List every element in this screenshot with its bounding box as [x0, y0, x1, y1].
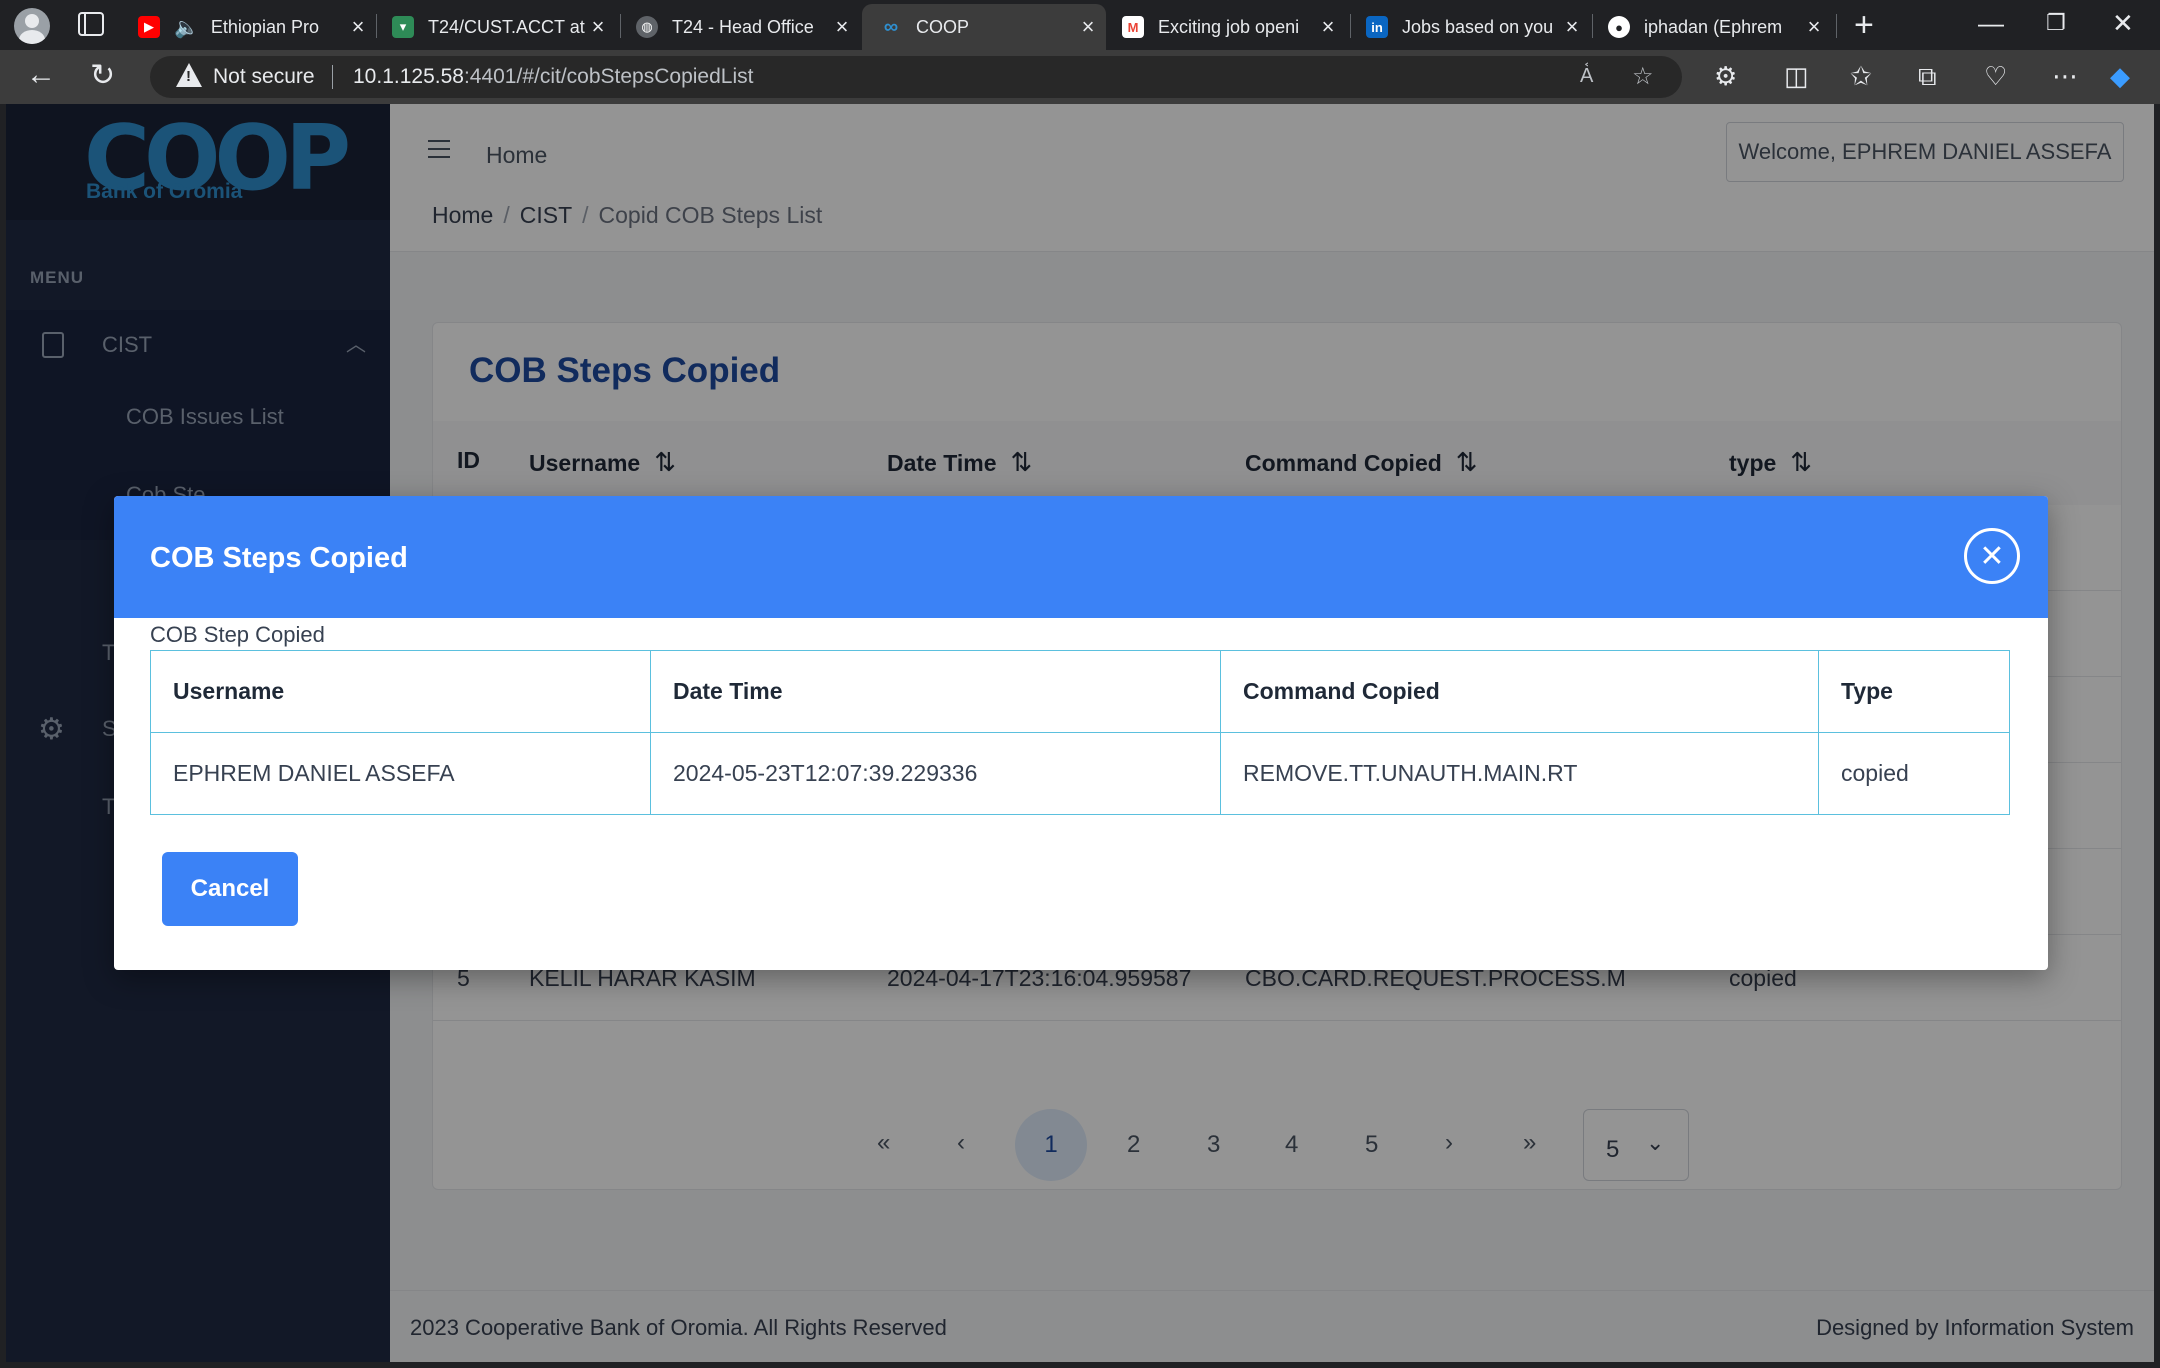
cancel-button[interactable]: Cancel	[162, 852, 298, 926]
close-tab-icon[interactable]: ×	[1802, 14, 1826, 40]
browser-tab[interactable]: ▾ T24/CUST.ACCT at ×	[392, 4, 610, 50]
address-bar[interactable]: Not secure 10.1.125.58:4401/#/cit/cobSte…	[150, 56, 1682, 98]
modal-subtitle: COB Step Copied	[150, 622, 325, 647]
browser-tab[interactable]: ● iphadan (Ephrem ×	[1608, 4, 1826, 50]
close-tab-icon[interactable]: ×	[1076, 14, 1100, 40]
restore-icon[interactable]: ❐	[2046, 10, 2066, 36]
window-close-icon[interactable]: ✕	[2112, 8, 2134, 39]
read-aloud-icon[interactable]: A᷾	[1580, 65, 1593, 88]
warning-icon	[176, 63, 202, 87]
favorite-star-icon[interactable]: ☆	[1632, 62, 1654, 91]
close-tab-icon[interactable]: ×	[1316, 14, 1340, 40]
column-datetime: Date Time	[650, 650, 1221, 733]
youtube-icon: ▶	[138, 16, 160, 38]
tab-separator	[1836, 14, 1837, 38]
modal-details-table: Username Date Time Command Copied Type E…	[150, 650, 2010, 815]
gmail-icon: M	[1122, 16, 1144, 38]
linkedin-icon: in	[1366, 16, 1388, 38]
tab-title: Exciting job openi	[1158, 16, 1300, 37]
web-page: COOP Bank of Oromia MENU CIST ︿ COB Issu…	[6, 104, 2154, 1362]
t24-icon: ▾	[392, 16, 414, 38]
column-type: Type	[1818, 650, 2010, 733]
reload-icon[interactable]: ↻	[90, 58, 115, 93]
tab-title: iphadan (Ephrem	[1644, 16, 1783, 37]
more-menu-icon[interactable]: ⋯	[2052, 61, 2078, 92]
tab-title: T24 - Head Office	[672, 16, 814, 37]
tab-title: Ethiopian Pro	[210, 16, 319, 37]
browser-tab-active[interactable]: ∞ COOP ×	[862, 4, 1106, 50]
close-tab-icon[interactable]: ×	[346, 14, 370, 40]
collections-icon[interactable]: ⧉	[1918, 61, 1937, 93]
cell-username: EPHREM DANIEL ASSEFA	[150, 732, 651, 815]
cell-command: REMOVE.TT.UNAUTH.MAIN.RT	[1220, 732, 1819, 815]
url-host: 10.1.125.58	[353, 65, 464, 88]
tab-separator	[620, 14, 621, 38]
browser-tab[interactable]: ▶ 🔈 Ethiopian Pro ×	[138, 4, 370, 50]
browser-tab[interactable]: in Jobs based on you ×	[1366, 4, 1584, 50]
tab-separator	[1592, 14, 1593, 38]
tab-title: COOP	[916, 16, 970, 37]
profile-avatar-icon[interactable]	[14, 8, 50, 44]
column-command: Command Copied	[1220, 650, 1819, 733]
close-tab-icon[interactable]: ×	[1560, 14, 1584, 40]
tab-actions-icon[interactable]	[78, 12, 104, 36]
copilot-icon[interactable]: ◆	[2110, 61, 2130, 92]
browser-tab[interactable]: ◍ T24 - Head Office ×	[636, 4, 854, 50]
table-row: EPHREM DANIEL ASSEFA 2024-05-23T12:07:39…	[150, 732, 2010, 815]
modal-title: COB Steps Copied	[150, 542, 408, 574]
globe-icon: ◍	[636, 16, 658, 38]
cell-type: copied	[1818, 732, 2010, 815]
url-text[interactable]: 10.1.125.58:4401/#/cit/cobStepsCopiedLis…	[353, 65, 753, 89]
table-header-row: Username Date Time Command Copied Type	[150, 650, 2010, 733]
security-label[interactable]: Not secure	[213, 65, 315, 89]
close-tab-icon[interactable]: ×	[586, 14, 610, 40]
favorites-icon[interactable]: ✩	[1850, 61, 1872, 92]
close-icon[interactable]: ✕	[1964, 528, 2020, 584]
tab-separator	[1350, 14, 1351, 38]
details-modal: COB Steps Copied ✕ COB Step Copied Usern…	[114, 496, 2048, 970]
speaker-icon[interactable]: 🔈	[174, 15, 199, 40]
new-tab-icon[interactable]: +	[1854, 6, 1874, 45]
browser-tab-strip: ▶ 🔈 Ethiopian Pro × ▾ T24/CUST.ACCT at ×…	[0, 0, 2160, 50]
tab-title: Jobs based on you	[1402, 16, 1554, 37]
browser-toolbar: ← ↻ Not secure 10.1.125.58:4401/#/cit/co…	[0, 50, 2160, 104]
github-icon: ●	[1608, 16, 1630, 38]
cell-datetime: 2024-05-23T12:07:39.229336	[650, 732, 1221, 815]
tab-separator	[376, 14, 377, 38]
close-tab-icon[interactable]: ×	[830, 14, 854, 40]
modal-header: COB Steps Copied ✕	[114, 496, 2048, 618]
tab-title: T24/CUST.ACCT at	[428, 16, 585, 37]
browser-tab[interactable]: M Exciting job openi ×	[1122, 4, 1340, 50]
column-username: Username	[150, 650, 651, 733]
split-screen-icon[interactable]: ◫	[1784, 61, 1809, 92]
url-path: :4401/#/cit/cobStepsCopiedList	[463, 65, 754, 88]
extensions-icon[interactable]: ⚙	[1714, 61, 1737, 92]
performance-icon[interactable]: ♡	[1984, 61, 2007, 92]
back-arrow-icon[interactable]: ←	[26, 58, 56, 92]
url-separator	[332, 65, 333, 89]
minimize-icon[interactable]: —	[1978, 8, 2004, 39]
coop-icon: ∞	[883, 15, 899, 38]
